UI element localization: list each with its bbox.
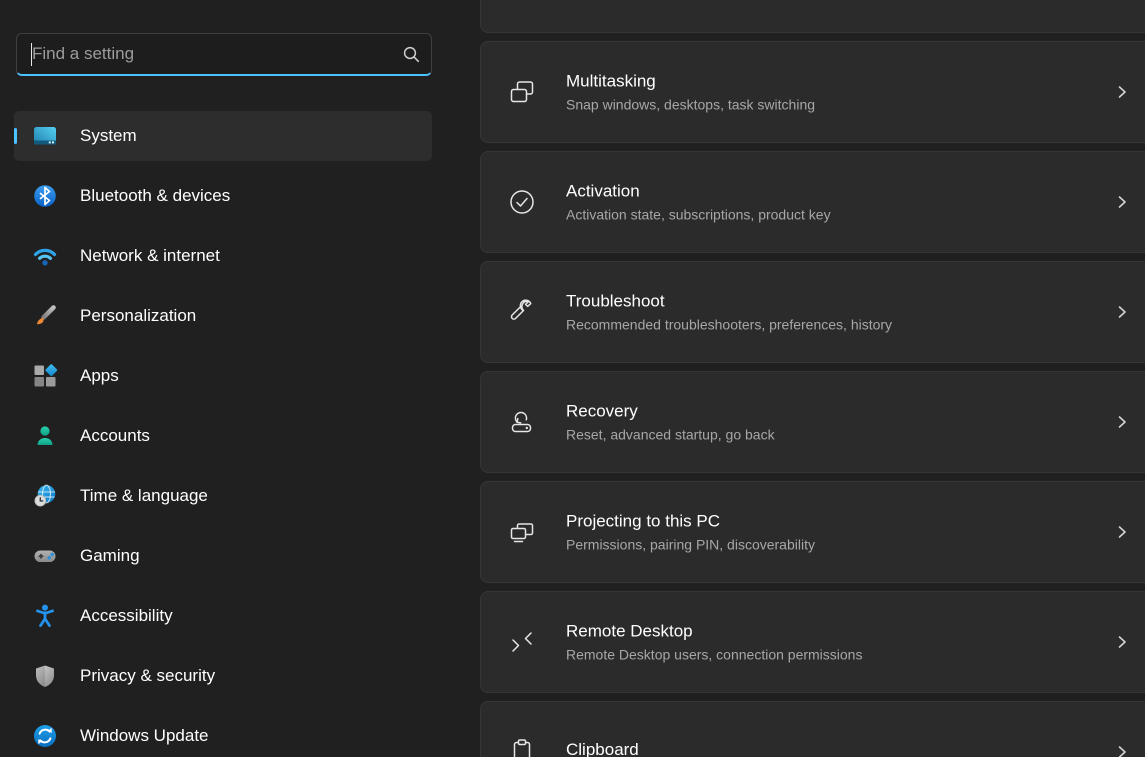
- projecting-screens-icon: [507, 517, 537, 547]
- setting-card-troubleshoot[interactable]: Troubleshoot Recommended troubleshooters…: [480, 261, 1145, 363]
- sidebar-item-apps[interactable]: Apps: [14, 351, 432, 401]
- card-subtitle: Reset, advanced startup, go back: [566, 427, 775, 444]
- chevron-right-icon: [1115, 745, 1129, 757]
- setting-card-activation[interactable]: Activation Activation state, subscriptio…: [480, 151, 1145, 253]
- chevron-right-icon: [1115, 635, 1129, 649]
- sidebar-item-accounts[interactable]: Accounts: [14, 411, 432, 461]
- activation-check-icon: [507, 187, 537, 217]
- setting-card-projecting[interactable]: Projecting to this PC Permissions, pairi…: [480, 481, 1145, 583]
- setting-card-clipboard[interactable]: Clipboard: [480, 701, 1145, 757]
- setting-card-remote-desktop[interactable]: Remote Desktop Remote Desktop users, con…: [480, 591, 1145, 693]
- sidebar-item-windows-update[interactable]: Windows Update: [14, 711, 432, 757]
- sidebar-item-label: Accounts: [80, 426, 150, 446]
- apps-icon: [32, 363, 58, 389]
- sidebar-item-personalization[interactable]: Personalization: [14, 291, 432, 341]
- shield-icon: [32, 663, 58, 689]
- sidebar-item-time-language[interactable]: Time & language: [14, 471, 432, 521]
- sidebar-nav: System Bluetooth & devices Network & int…: [14, 111, 432, 757]
- sidebar-item-label: Time & language: [80, 486, 208, 506]
- card-title: Clipboard: [566, 739, 639, 757]
- card-subtitle: Recommended troubleshooters, preferences…: [566, 317, 892, 334]
- remote-desktop-icon: [507, 627, 537, 657]
- clipboard-icon: [507, 737, 537, 757]
- search-box[interactable]: [16, 33, 432, 76]
- sidebar-item-label: Apps: [80, 366, 119, 386]
- search-icon[interactable]: [391, 34, 431, 74]
- chevron-right-icon: [1115, 195, 1129, 209]
- sidebar-item-label: Personalization: [80, 306, 196, 326]
- card-subtitle: Permissions, pairing PIN, discoverabilit…: [566, 537, 815, 554]
- update-refresh-icon: [32, 723, 58, 749]
- settings-sidebar: System Bluetooth & devices Network & int…: [0, 0, 460, 757]
- sidebar-item-gaming[interactable]: Gaming: [14, 531, 432, 581]
- card-subtitle: Activation state, subscriptions, product…: [566, 207, 831, 224]
- person-icon: [32, 423, 58, 449]
- card-title: Multitasking: [566, 71, 815, 92]
- setting-card-recovery[interactable]: Recovery Reset, advanced startup, go bac…: [480, 371, 1145, 473]
- sidebar-item-label: Network & internet: [80, 246, 220, 266]
- text-caret: [31, 43, 32, 66]
- card-subtitle: Remote Desktop users, connection permiss…: [566, 647, 862, 664]
- sidebar-item-label: Privacy & security: [80, 666, 215, 686]
- chevron-right-icon: [1115, 305, 1129, 319]
- sidebar-item-privacy-security[interactable]: Privacy & security: [14, 651, 432, 701]
- system-icon: [32, 123, 58, 149]
- sidebar-item-system[interactable]: System: [14, 111, 432, 161]
- selection-indicator: [14, 128, 17, 144]
- sidebar-item-label: System: [80, 126, 137, 146]
- chevron-right-icon: [1115, 85, 1129, 99]
- sidebar-item-label: Bluetooth & devices: [80, 186, 230, 206]
- sidebar-item-bluetooth-devices[interactable]: Bluetooth & devices: [14, 171, 432, 221]
- card-title: Troubleshoot: [566, 291, 892, 312]
- chevron-right-icon: [1115, 525, 1129, 539]
- card-title: Projecting to this PC: [566, 511, 815, 532]
- sidebar-item-accessibility[interactable]: Accessibility: [14, 591, 432, 641]
- card-title: Activation: [566, 181, 831, 202]
- setting-card-nearby-sharing[interactable]: Discoverability, received files location: [480, 0, 1145, 33]
- globe-clock-icon: [32, 483, 58, 509]
- setting-card-multitasking[interactable]: Multitasking Snap windows, desktops, tas…: [480, 41, 1145, 143]
- card-title: Recovery: [566, 401, 775, 422]
- wifi-icon: [32, 243, 58, 269]
- sidebar-item-network-internet[interactable]: Network & internet: [14, 231, 432, 281]
- sidebar-item-label: Gaming: [80, 546, 140, 566]
- bluetooth-icon: [32, 183, 58, 209]
- gamepad-icon: [32, 543, 58, 569]
- settings-list: Discoverability, received files location…: [480, 0, 1145, 757]
- card-subtitle: Snap windows, desktops, task switching: [566, 97, 815, 114]
- search-input[interactable]: [17, 34, 391, 74]
- multitasking-icon: [507, 77, 537, 107]
- recovery-icon: [507, 407, 537, 437]
- accessibility-person-icon: [32, 603, 58, 629]
- sidebar-item-label: Accessibility: [80, 606, 173, 626]
- paintbrush-icon: [32, 303, 58, 329]
- card-title: Remote Desktop: [566, 621, 862, 642]
- wrench-icon: [507, 297, 537, 327]
- chevron-right-icon: [1115, 415, 1129, 429]
- sidebar-item-label: Windows Update: [80, 726, 209, 746]
